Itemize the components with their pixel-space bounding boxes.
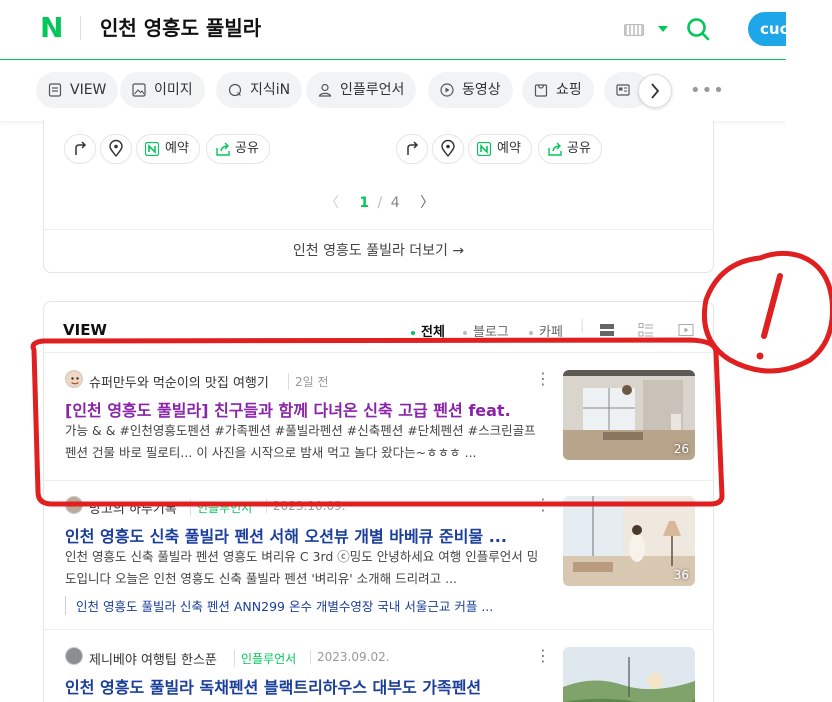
total-pages: 4 bbox=[390, 195, 400, 211]
outdoor-photo bbox=[563, 647, 695, 702]
photo-count: 36 bbox=[673, 568, 689, 582]
post-snippet: 가능 & & #인천영흥도펜션 #가족펜션 #풀빌라펜션 #신축펜션 #단체펜션… bbox=[65, 423, 536, 460]
tab-label: 동영상 bbox=[462, 82, 501, 98]
kebab-menu-icon[interactable]: ⋮ bbox=[535, 497, 551, 513]
share-label: 공유 bbox=[235, 141, 259, 156]
filter-cafe[interactable]: 카페 bbox=[529, 321, 563, 340]
avatar-image bbox=[66, 371, 82, 387]
divider bbox=[44, 629, 713, 630]
photo-count: 26 bbox=[673, 442, 689, 456]
avatar[interactable] bbox=[65, 370, 83, 388]
more-results-link[interactable]: 인천 영흥도 풀빌라 더보기 → bbox=[44, 230, 713, 272]
search-query-input[interactable]: 인천 영흥도 풀빌라 bbox=[100, 14, 261, 42]
avatar[interactable] bbox=[65, 647, 83, 665]
page-separator: / bbox=[377, 195, 383, 211]
page-gutter bbox=[786, 0, 832, 702]
influencer-badge: 인플루언서 bbox=[190, 499, 252, 516]
news-icon bbox=[616, 84, 630, 96]
kebab-menu-icon[interactable]: ⋮ bbox=[535, 371, 551, 387]
tabs-next-button[interactable] bbox=[638, 74, 672, 108]
tab-label: 인플루언서 bbox=[340, 82, 405, 98]
pagination: 〈 1 / 4 〉 bbox=[44, 192, 715, 212]
kebab-menu-icon[interactable]: ⋮ bbox=[535, 648, 551, 664]
search-icon[interactable] bbox=[686, 17, 710, 41]
section-title: VIEW bbox=[63, 321, 107, 339]
tab-knowledge[interactable]: 지식iN bbox=[216, 72, 303, 108]
map-pin-icon bbox=[441, 139, 455, 158]
naver-reserve-icon bbox=[477, 142, 491, 156]
post-thumbnail[interactable]: 36 bbox=[563, 496, 695, 586]
share-icon bbox=[548, 142, 562, 156]
directions-button[interactable] bbox=[64, 134, 96, 164]
view-section: VIEW 전체 블로그 카페 | 슈퍼만두와 먹순이의 맛집 여행기 2일 전 … bbox=[43, 301, 714, 702]
filter-blog[interactable]: 블로그 bbox=[463, 321, 509, 340]
post-title[interactable]: 인천 영흥도 풀빌라 독채펜션 블랙트리하우스 대부도 가족펜션 bbox=[65, 674, 537, 698]
reserve-button[interactable]: 예약 bbox=[468, 134, 532, 164]
person-icon bbox=[318, 83, 332, 97]
post-date: 2023.09.02. bbox=[310, 650, 390, 664]
image-icon bbox=[132, 83, 146, 97]
tab-image[interactable]: 이미지 bbox=[120, 72, 205, 108]
reserve-button[interactable]: 예약 bbox=[136, 134, 200, 164]
tab-influencer[interactable]: 인플루언서 bbox=[306, 72, 417, 108]
document-icon bbox=[48, 83, 62, 97]
share-button[interactable]: 공유 bbox=[206, 134, 270, 164]
share-button[interactable]: 공유 bbox=[538, 134, 602, 164]
filter-divider: | bbox=[580, 318, 585, 333]
influencer-badge: 인플루언서 bbox=[234, 650, 296, 667]
prev-page-icon[interactable]: 〈 bbox=[325, 195, 339, 211]
divider bbox=[44, 352, 713, 353]
list-view-icon[interactable] bbox=[599, 322, 615, 338]
annotation-exclamation bbox=[761, 273, 783, 339]
post-title[interactable]: [인천 영흥도 풀빌라] 친구들과 함께 다녀온 신축 고급 펜션 feat. bbox=[65, 397, 537, 421]
share-label: 공유 bbox=[567, 141, 591, 156]
keyboard-icon[interactable] bbox=[624, 24, 644, 36]
tab-view[interactable]: VIEW bbox=[36, 72, 119, 108]
post-date: 2023.10.09. bbox=[266, 499, 346, 513]
filter-all[interactable]: 전체 bbox=[411, 321, 445, 340]
next-page-icon[interactable]: 〉 bbox=[420, 195, 434, 211]
post-thumbnail[interactable]: 26 bbox=[563, 370, 695, 460]
search-header: N 인천 영흥도 풀빌라 cuc bbox=[0, 0, 808, 60]
related-post-link[interactable]: 인천 영흥도 풀빌라 신축 펜션 ANN299 온수 개별수영장 국내 서울근교… bbox=[65, 596, 539, 615]
naver-logo[interactable]: N bbox=[40, 14, 66, 42]
divider bbox=[44, 480, 713, 481]
post-date: 2일 전 bbox=[288, 373, 329, 390]
share-icon bbox=[216, 142, 230, 156]
post-title[interactable]: 인천 영흥도 신축 풀빌라 펜션 서해 오션뷰 개별 바베큐 준비물 ... bbox=[65, 523, 537, 547]
tab-shopping[interactable]: 쇼핑 bbox=[522, 72, 594, 108]
map-pin-button[interactable] bbox=[100, 134, 132, 164]
tab-label: 쇼핑 bbox=[556, 82, 582, 98]
map-pin-button[interactable] bbox=[432, 134, 464, 164]
naver-reserve-icon bbox=[145, 142, 159, 156]
reserve-label: 예약 bbox=[497, 141, 521, 156]
tab-label: 지식iN bbox=[250, 82, 291, 98]
chevron-down-icon[interactable] bbox=[658, 26, 668, 32]
chevron-right-icon bbox=[651, 83, 660, 99]
tab-label: VIEW bbox=[70, 82, 107, 98]
author-name[interactable]: 제니베야 여행팁 한스푼 bbox=[89, 649, 217, 668]
video-view-icon[interactable] bbox=[678, 322, 694, 338]
tab-video[interactable]: 동영상 bbox=[428, 72, 513, 108]
directions-button[interactable] bbox=[396, 134, 428, 164]
knowledge-icon bbox=[228, 83, 242, 97]
annotation-exclamation-dot bbox=[756, 352, 764, 360]
play-icon bbox=[440, 83, 454, 97]
compact-view-icon[interactable] bbox=[638, 322, 654, 338]
author-name[interactable]: 슈퍼만두와 먹순이의 맛집 여행기 bbox=[89, 372, 269, 391]
current-page: 1 bbox=[359, 195, 370, 211]
shopping-icon bbox=[534, 84, 548, 97]
avatar[interactable] bbox=[65, 496, 83, 514]
tab-label: 이미지 bbox=[154, 82, 193, 98]
header-divider bbox=[80, 16, 81, 40]
post-snippet: 인천 영흥도 신축 풀빌라 펜션 영흥도 벼리유 C 3rd ⓒ밍도 안녕하세요… bbox=[65, 549, 539, 586]
author-name[interactable]: 망고의 하루기록 bbox=[89, 498, 177, 517]
more-options-icon[interactable]: ••• bbox=[690, 80, 725, 101]
place-results-card: 예약 공유 예약 공유 〈 1 / 4 〉 인천 영흥도 풀빌라 더보기 → bbox=[43, 120, 714, 273]
post-thumbnail[interactable] bbox=[563, 647, 695, 702]
directions-icon bbox=[407, 141, 419, 155]
map-pin-icon bbox=[109, 139, 123, 158]
reserve-label: 예약 bbox=[165, 141, 189, 156]
directions-icon bbox=[75, 141, 87, 155]
